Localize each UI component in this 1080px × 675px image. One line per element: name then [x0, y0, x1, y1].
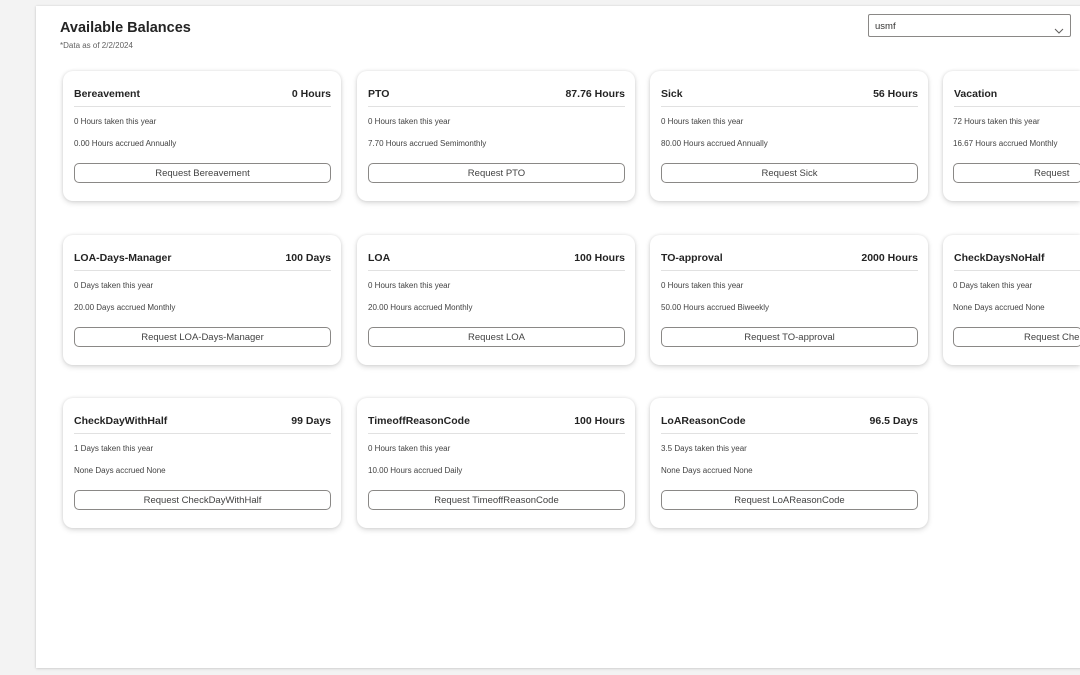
balance-card-checkdaywithhalf: CheckDayWithHalf 99 Days 1 Days taken th…	[63, 398, 341, 528]
balance-card-pto: PTO 87.76 Hours 0 Hours taken this year …	[357, 71, 635, 201]
balance-card-to-approval: TO-approval 2000 Hours 0 Hours taken thi…	[650, 235, 928, 365]
balance-value: 99 Days	[291, 415, 331, 427]
balance-value: 87.76 Hours	[565, 88, 625, 100]
card-header: LOA-Days-Manager 100 Days	[74, 252, 331, 271]
request-pto-button[interactable]: Request PTO	[368, 163, 625, 183]
leave-type-name: LOA-Days-Manager	[74, 252, 172, 264]
accrual-info: 0.00 Hours accrued Annually	[74, 139, 177, 148]
balance-value: 100 Hours	[574, 252, 625, 264]
accrual-info: 10.00 Hours accrued Daily	[368, 466, 463, 475]
request-checkdaywithhalf-button[interactable]: Request CheckDayWithHalf	[74, 490, 331, 510]
leave-type-name: CheckDaysNoHalf	[954, 252, 1045, 264]
card-header: Vacation	[954, 88, 1080, 107]
card-header: PTO 87.76 Hours	[368, 88, 625, 107]
balance-card-loa: LOA 100 Hours 0 Hours taken this year 20…	[357, 235, 635, 365]
accrual-info: 20.00 Hours accrued Monthly	[368, 303, 473, 312]
taken-this-year: 0 Hours taken this year	[74, 117, 157, 126]
balance-card-bereavement: Bereavement 0 Hours 0 Hours taken this y…	[63, 71, 341, 201]
accrual-info: None Days accrued None	[953, 303, 1045, 312]
balance-value: 0 Hours	[291, 88, 331, 100]
balance-card-loa-days-manager: LOA-Days-Manager 100 Days 0 Days taken t…	[63, 235, 341, 365]
leave-type-name: PTO	[368, 88, 390, 100]
leave-type-name: TO-approval	[661, 252, 723, 264]
card-header: TO-approval 2000 Hours	[661, 252, 918, 271]
taken-this-year: 0 Hours taken this year	[368, 444, 451, 453]
request-to-approval-button[interactable]: Request TO-approval	[661, 327, 918, 347]
balance-value: 100 Days	[285, 252, 331, 264]
request-checkdaysnohalf-button[interactable]: Request Che	[953, 327, 1080, 347]
accrual-info: 7.70 Hours accrued Semimonthly	[368, 139, 487, 148]
card-header: CheckDayWithHalf 99 Days	[74, 415, 331, 434]
accrual-info: None Days accrued None	[661, 466, 753, 475]
leave-type-name: LOA	[368, 252, 391, 264]
accrual-info: None Days accrued None	[74, 466, 166, 475]
taken-this-year: 0 Hours taken this year	[368, 117, 451, 126]
leave-type-name: Vacation	[954, 88, 998, 100]
taken-this-year: 72 Hours taken this year	[953, 117, 1040, 126]
balance-value: 100 Hours	[574, 415, 625, 427]
balance-value: 56 Hours	[873, 88, 918, 100]
request-loa-button[interactable]: Request LOA	[368, 327, 625, 347]
request-timeoffreasoncode-button[interactable]: Request TimeoffReasonCode	[368, 490, 625, 510]
request-loareasoncode-button[interactable]: Request LoAReasonCode	[661, 490, 918, 510]
balance-card-vacation: Vacation 72 Hours taken this year 16.67 …	[943, 71, 1080, 201]
taken-this-year: 0 Days taken this year	[74, 281, 154, 290]
card-header: Bereavement 0 Hours	[74, 88, 331, 107]
balance-card-timeoffreasoncode: TimeoffReasonCode 100 Hours 0 Hours take…	[357, 398, 635, 528]
taken-this-year: 0 Days taken this year	[953, 281, 1033, 290]
leave-type-name: LoAReasonCode	[661, 415, 746, 427]
accrual-info: 50.00 Hours accrued Biweekly	[661, 303, 770, 312]
balance-card-grid: Bereavement 0 Hours 0 Hours taken this y…	[0, 0, 1080, 675]
card-header: Sick 56 Hours	[661, 88, 918, 107]
taken-this-year: 3.5 Days taken this year	[661, 444, 747, 453]
accrual-info: 80.00 Hours accrued Annually	[661, 139, 768, 148]
card-header: LOA 100 Hours	[368, 252, 625, 271]
request-vacation-button[interactable]: Request	[953, 163, 1080, 183]
leave-type-name: CheckDayWithHalf	[74, 415, 168, 427]
request-sick-button[interactable]: Request Sick	[661, 163, 918, 183]
balance-card-checkdaysnohalf: CheckDaysNoHalf 0 Days taken this year N…	[943, 235, 1080, 365]
taken-this-year: 0 Hours taken this year	[661, 281, 744, 290]
card-header: LoAReasonCode 96.5 Days	[661, 415, 918, 434]
balance-value: 96.5 Days	[869, 415, 918, 427]
balance-value: 2000 Hours	[861, 252, 918, 264]
balance-card-loareasoncode: LoAReasonCode 96.5 Days 3.5 Days taken t…	[650, 398, 928, 528]
taken-this-year: 0 Hours taken this year	[661, 117, 744, 126]
request-bereavement-button[interactable]: Request Bereavement	[74, 163, 331, 183]
request-loa-days-manager-button[interactable]: Request LOA-Days-Manager	[74, 327, 331, 347]
leave-type-name: Sick	[661, 88, 683, 100]
leave-type-name: TimeoffReasonCode	[368, 415, 470, 427]
leave-type-name: Bereavement	[74, 88, 140, 100]
taken-this-year: 0 Hours taken this year	[368, 281, 451, 290]
card-header: CheckDaysNoHalf	[954, 252, 1080, 271]
accrual-info: 16.67 Hours accrued Monthly	[953, 139, 1058, 148]
taken-this-year: 1 Days taken this year	[74, 444, 154, 453]
card-header: TimeoffReasonCode 100 Hours	[368, 415, 625, 434]
balance-card-sick: Sick 56 Hours 0 Hours taken this year 80…	[650, 71, 928, 201]
accrual-info: 20.00 Days accrued Monthly	[74, 303, 176, 312]
